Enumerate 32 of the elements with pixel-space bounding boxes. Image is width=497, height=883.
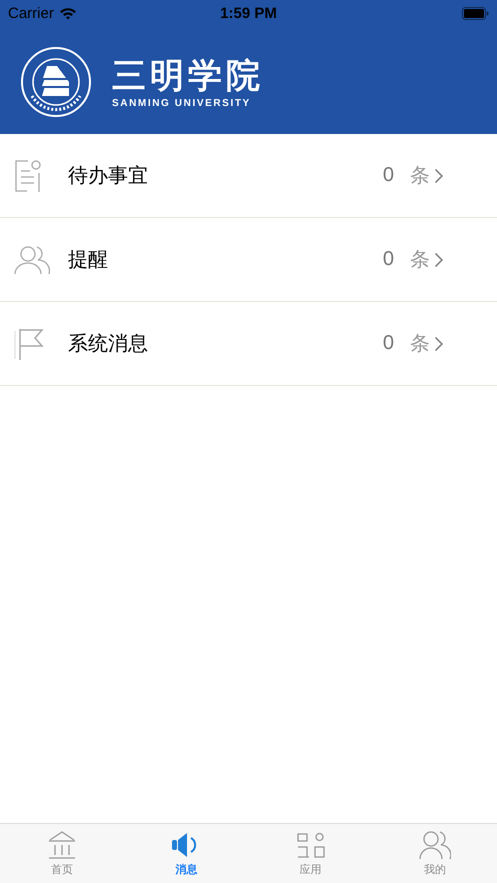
category-label: 系统消息 bbox=[68, 330, 149, 357]
people-icon bbox=[418, 830, 451, 860]
message-category-row[interactable]: 待办事宜 0 条 bbox=[0, 134, 497, 218]
message-category-row[interactable]: 提醒 0 条 bbox=[0, 218, 497, 302]
document-icon bbox=[14, 158, 42, 192]
count-unit: 条 bbox=[410, 162, 430, 189]
chevron-right-icon bbox=[434, 168, 444, 184]
university-seal-icon bbox=[20, 46, 92, 118]
tab-item[interactable]: 消息 bbox=[124, 824, 248, 883]
carrier-label: Carrier bbox=[8, 4, 54, 22]
tab-item[interactable]: 应用 bbox=[248, 824, 373, 883]
time-label: 1:59 PM bbox=[220, 4, 277, 22]
message-count: 0 bbox=[382, 248, 394, 271]
message-count: 0 bbox=[382, 332, 394, 355]
chevron-right-icon bbox=[434, 336, 444, 352]
wifi-icon bbox=[58, 6, 77, 20]
message-category-row[interactable]: 系统消息 0 条 bbox=[0, 302, 497, 386]
flag-icon bbox=[14, 326, 44, 360]
count-unit: 条 bbox=[410, 246, 430, 273]
building-icon bbox=[47, 830, 78, 860]
people-icon bbox=[14, 244, 50, 274]
message-count: 0 bbox=[382, 164, 394, 187]
battery-icon bbox=[462, 6, 489, 20]
tab-item[interactable]: 首页 bbox=[0, 824, 124, 883]
category-label: 待办事宜 bbox=[68, 162, 149, 189]
category-label: 提醒 bbox=[68, 246, 109, 273]
apps-icon bbox=[296, 830, 326, 860]
tab-item[interactable]: 我的 bbox=[372, 824, 497, 883]
university-name-english: SANMING UNIVERSITY bbox=[112, 98, 252, 108]
university-name: 三明学院 bbox=[112, 56, 264, 96]
chevron-right-icon bbox=[434, 252, 444, 268]
count-unit: 条 bbox=[410, 330, 430, 357]
